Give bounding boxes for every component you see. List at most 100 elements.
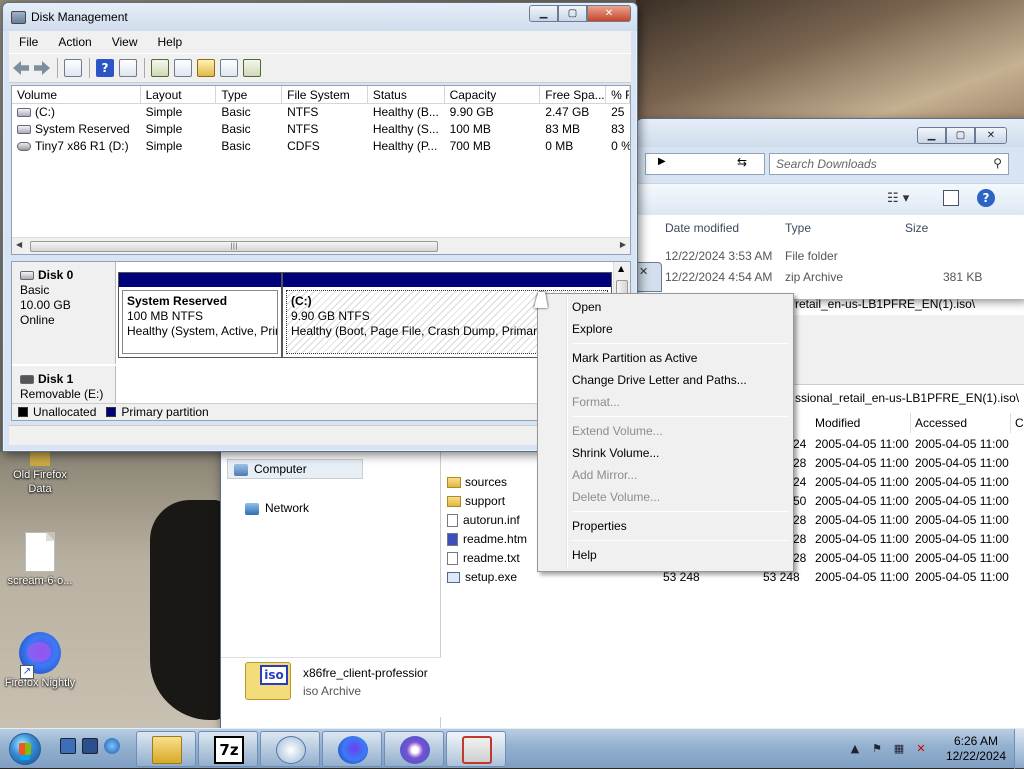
open-folder-icon[interactable]: [197, 59, 215, 77]
nav-item-computer[interactable]: Computer: [227, 459, 363, 479]
menu-item-explore[interactable]: Explore: [540, 318, 791, 340]
desktop-icon-scream[interactable]: scream-6-o...: [0, 532, 80, 588]
drive-icon: [17, 125, 31, 135]
scroll-right-icon[interactable]: ▶: [620, 240, 626, 249]
search-input[interactable]: Search Downloads ⚲: [769, 153, 1009, 175]
menu-view[interactable]: View: [102, 35, 148, 49]
network-tray-icon[interactable]: ▦: [892, 742, 906, 756]
taskbar-disk-management-button[interactable]: [446, 731, 506, 767]
computer-management-icon: [462, 736, 492, 764]
taskbar-explorer-button[interactable]: [136, 731, 196, 767]
refresh-icon[interactable]: ⇆: [737, 155, 747, 169]
menu-separator: [572, 343, 789, 344]
nav-item-network[interactable]: Network: [245, 501, 309, 515]
desktop-icon-label: Firefox Nightly: [4, 677, 76, 689]
folder-icon: [447, 477, 461, 489]
internet-explorer-icon[interactable]: [104, 738, 120, 754]
column-header-volume[interactable]: Volume: [12, 86, 141, 103]
menu-action[interactable]: Action: [48, 35, 101, 49]
disk-management-titlebar[interactable]: Disk Management ▁ ▢ ✕: [3, 3, 637, 31]
taskbar-firefox-button[interactable]: [322, 731, 382, 767]
firefox-nightly-icon: [338, 736, 368, 764]
column-header-accessed[interactable]: Accessed: [911, 413, 1011, 433]
chevron-right-icon: ▶: [658, 156, 666, 167]
switch-windows-icon[interactable]: [82, 738, 98, 754]
folder-icon: [30, 452, 50, 466]
column-header-file-system[interactable]: File System: [282, 86, 368, 103]
help-icon[interactable]: ?: [96, 59, 114, 77]
forward-arrow-icon[interactable]: [34, 61, 50, 75]
folder-icon: [447, 496, 461, 508]
menu-item-shrink-volume[interactable]: Shrink Volume...: [540, 442, 791, 464]
volume-row[interactable]: System Reserved Simple Basic NTFS Health…: [12, 121, 630, 138]
column-header-percent-free[interactable]: % F: [606, 86, 630, 103]
legend-label-unallocated: Unallocated: [33, 405, 97, 419]
menu-item-change-drive-letter[interactable]: Change Drive Letter and Paths...: [540, 369, 791, 391]
magnifier-icon[interactable]: [220, 59, 238, 77]
column-header-layout[interactable]: Layout: [141, 86, 217, 103]
desktop-icon-old-firefox-data[interactable]: Old Firefox Data: [0, 452, 80, 496]
maximize-button[interactable]: ▢: [946, 127, 975, 144]
maximize-button[interactable]: ▢: [558, 5, 587, 22]
column-header-capacity[interactable]: Capacity: [445, 86, 541, 103]
column-header-status[interactable]: Status: [368, 86, 445, 103]
minimize-button[interactable]: ▁: [917, 127, 946, 144]
column-header-type[interactable]: Type: [216, 86, 283, 103]
refresh-icon[interactable]: [151, 59, 169, 77]
desktop-icon-label: Old Firefox Data: [13, 469, 67, 495]
horizontal-scrollbar[interactable]: ◀ ||| ▶: [12, 237, 630, 254]
taskbar-app-button[interactable]: [384, 731, 444, 767]
menu-help[interactable]: Help: [148, 35, 193, 49]
taskbar-media-button[interactable]: [260, 731, 320, 767]
explorer-window[interactable]: ▁ ▢ ✕ ▶ ⇆ Search Downloads ⚲ ☷ ▾ ? Date …: [636, 118, 1024, 299]
legend-swatch-primary: [106, 407, 117, 417]
menu-item-mark-active[interactable]: Mark Partition as Active: [540, 347, 791, 369]
column-header-size[interactable]: Size: [905, 221, 928, 235]
flag-icon[interactable]: ⚑: [870, 742, 884, 756]
show-desktop-quick-icon[interactable]: [60, 738, 76, 754]
column-header-modified[interactable]: Modified: [811, 413, 911, 433]
check-icon[interactable]: [174, 59, 192, 77]
preview-pane-icon[interactable]: [943, 190, 959, 206]
sevenzip-path-input[interactable]: ssional_retail_en-us-LB1PFRE_EN(1).iso\: [795, 387, 1020, 409]
search-icon: ⚲: [993, 156, 1002, 170]
menu-item-open[interactable]: Open: [540, 296, 791, 318]
clock[interactable]: 6:26 AM 12/22/2024: [946, 734, 1006, 764]
menu-item-properties[interactable]: Properties: [540, 515, 791, 537]
column-header-date-modified[interactable]: Date modified: [665, 221, 739, 235]
volume-muted-icon[interactable]: ✕: [914, 742, 928, 756]
properties-icon[interactable]: [119, 59, 137, 77]
column-header-free-space[interactable]: Free Spa...: [540, 86, 607, 103]
minimize-button[interactable]: ▁: [529, 5, 558, 22]
sevenzip-details-pane: iso x86fre_client-professior iso Archive: [221, 657, 441, 717]
show-desktop-button[interactable]: [1014, 729, 1024, 769]
volume-row[interactable]: Tiny7 x86 R1 (D:) Simple Basic CDFS Heal…: [12, 138, 630, 155]
disk-0-label[interactable]: Disk 0 Basic 10.00 GB Online: [12, 262, 116, 364]
view-options-icon[interactable]: ☷ ▾: [887, 191, 909, 206]
scroll-left-icon[interactable]: ◀: [16, 240, 22, 249]
config-file-icon: [447, 514, 458, 528]
scroll-up-icon[interactable]: ▲: [618, 264, 624, 273]
desktop-icon-firefox-nightly[interactable]: Firefox Nightly: [0, 632, 80, 690]
close-button[interactable]: ✕: [587, 5, 631, 22]
start-button[interactable]: [4, 729, 48, 769]
explorer-titlebar[interactable]: ▁ ▢ ✕: [637, 119, 1024, 147]
help-icon[interactable]: ?: [977, 189, 995, 207]
taskbar-7zip-button[interactable]: 7z: [198, 731, 258, 767]
column-header-type[interactable]: Type: [785, 221, 811, 235]
settings-icon[interactable]: [243, 59, 261, 77]
column-header-created[interactable]: Cr: [1011, 413, 1024, 433]
menu-file[interactable]: File: [9, 35, 48, 49]
scrollbar-thumb[interactable]: |||: [30, 241, 438, 252]
menu-item-help[interactable]: Help: [540, 544, 791, 566]
partition-system-reserved[interactable]: System Reserved 100 MB NTFS Healthy (Sys…: [118, 272, 282, 358]
disk-1-label[interactable]: Disk 1 Removable (E:): [12, 366, 116, 406]
file-icon: [25, 532, 55, 572]
toolbar: ?: [9, 53, 631, 83]
volume-row[interactable]: (C:) Simple Basic NTFS Healthy (B... 9.9…: [12, 104, 630, 121]
close-button[interactable]: ✕: [975, 127, 1007, 144]
menu-separator: [572, 416, 789, 417]
back-arrow-icon[interactable]: [13, 61, 29, 75]
chevron-up-icon[interactable]: ▲: [848, 742, 862, 756]
console-tree-icon[interactable]: [64, 59, 82, 77]
